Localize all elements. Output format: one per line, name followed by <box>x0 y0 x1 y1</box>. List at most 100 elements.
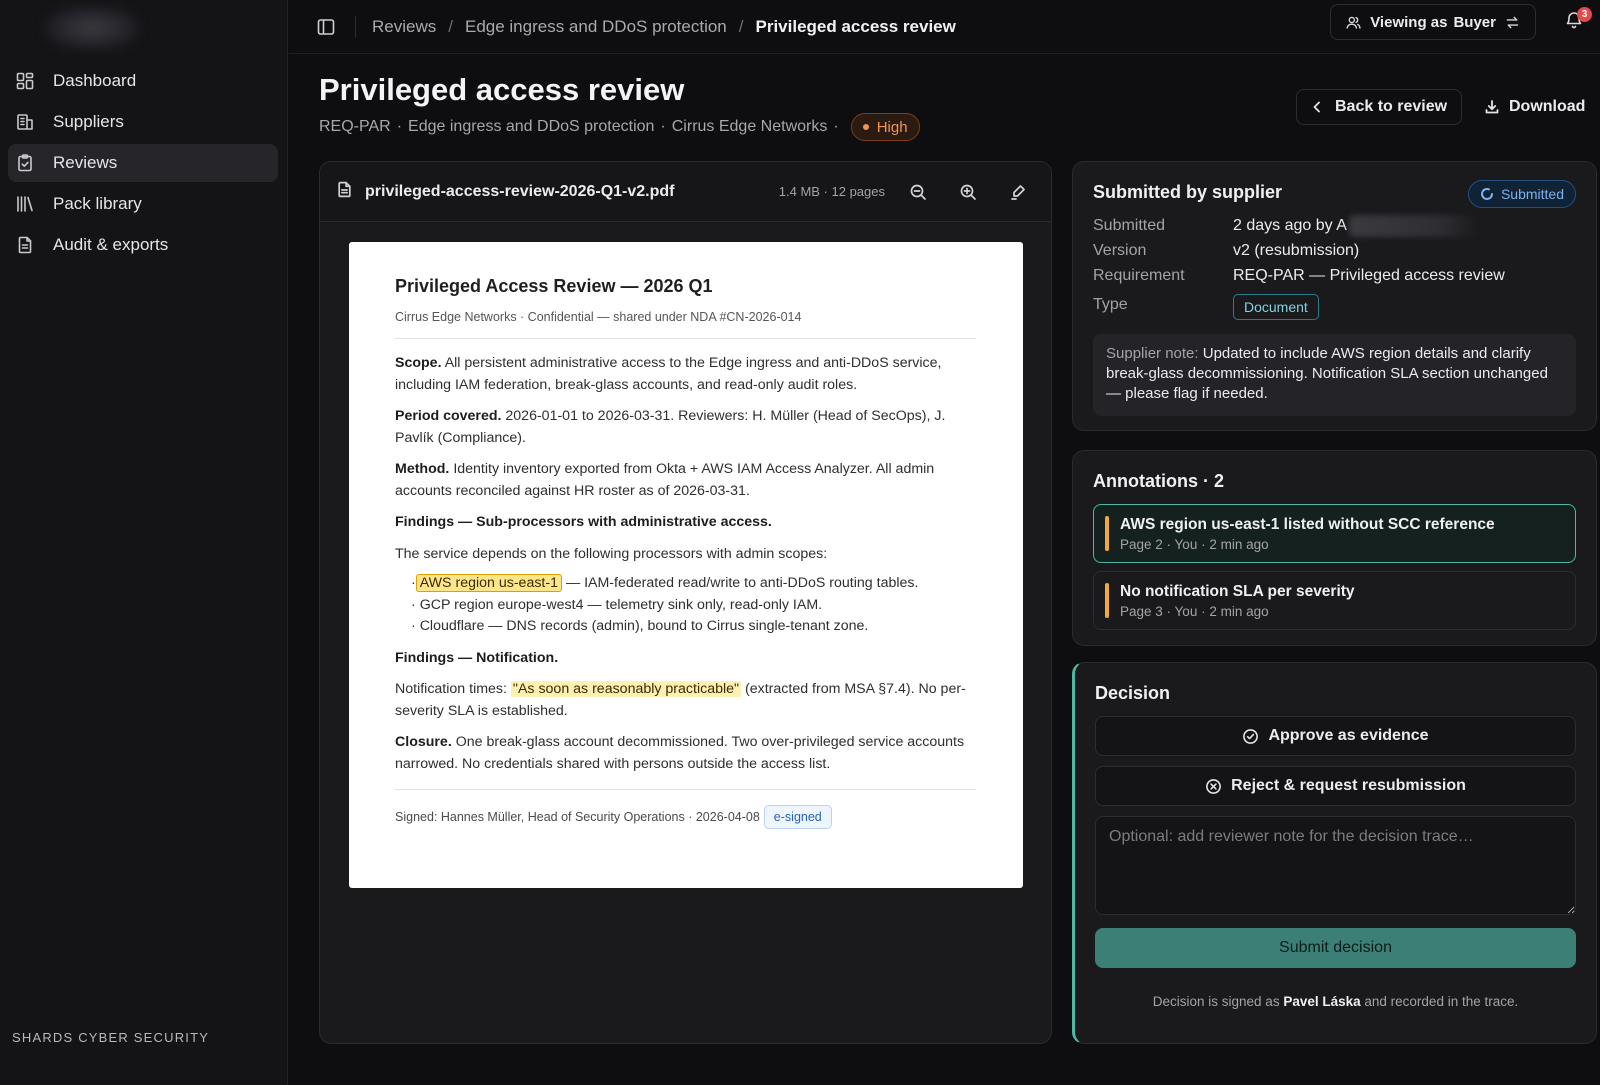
x-circle-icon <box>1206 778 1222 794</box>
footnote-suffix: and recorded in the trace. <box>1360 994 1519 1009</box>
annotation-highlight-notification[interactable]: "As soon as reasonably practicable" <box>510 681 742 697</box>
status-badge: Submitted <box>1467 180 1576 208</box>
annotation-title: No notification SLA per severity <box>1120 583 1355 600</box>
redacted-name <box>1348 214 1479 237</box>
decision-footnote: Decision is signed as Pavel Láska and re… <box>1095 994 1576 1009</box>
sidebar-item-pack-library[interactable]: Pack library <box>8 185 278 223</box>
reviewer-note-input[interactable] <box>1095 816 1576 915</box>
zoom-in-button[interactable] <box>951 175 985 209</box>
meta-separator: · <box>833 118 839 135</box>
version-value: v2 (resubmission) <box>1233 241 1360 259</box>
sidebar-item-label: Reviews <box>53 153 118 172</box>
zoom-out-icon <box>910 184 926 200</box>
decision-card: Decision Approve as evidence Reject & re… <box>1072 662 1597 1044</box>
notification-count-badge: 3 <box>1577 7 1592 22</box>
file-name: privileged-access-review-2026-Q1-v2.pdf <box>365 182 675 200</box>
download-button[interactable]: Download <box>1484 89 1585 125</box>
annotation-item[interactable]: AWS region us-east-1 listed without SCC … <box>1093 504 1576 563</box>
supplier-note-label: Supplier note: <box>1106 345 1199 362</box>
severity-dot-icon <box>862 124 869 130</box>
file-export-icon <box>14 234 36 256</box>
submitted-row: Submitted 2 days ago by A <box>1093 214 1576 237</box>
file-icon <box>336 181 353 203</box>
doc-closure-text: One break-glass account decommissioned. … <box>395 734 965 772</box>
approve-label: Approve as evidence <box>1268 727 1429 744</box>
doc-processor-list: · AWS region us-east-1 — IAM-federated re… <box>395 573 976 638</box>
submitted-key: Submitted <box>1093 216 1166 234</box>
download-icon <box>1485 100 1499 114</box>
supplier-name: Cirrus Edge Networks <box>671 118 828 135</box>
sidebar-item-reviews[interactable]: Reviews <box>8 144 278 182</box>
breadcrumb-reviews[interactable]: Reviews <box>372 17 436 37</box>
logo <box>44 6 140 50</box>
list-item: · GCP region europe-west4 — telemetry si… <box>411 595 976 617</box>
version-row: Version v2 (resubmission) <box>1093 240 1576 261</box>
type-key: Type <box>1093 296 1128 313</box>
requirement-row: Requirement REQ-PAR — Privileged access … <box>1093 265 1576 286</box>
back-to-review-button[interactable]: Back to review <box>1296 89 1463 125</box>
breadcrumb-service[interactable]: Edge ingress and DDoS protection <box>465 17 727 37</box>
grid-icon <box>14 70 36 92</box>
sidebar-nav: Dashboard Suppliers Reviews Pack library… <box>0 62 288 267</box>
sidebar-toggle-button[interactable] <box>315 16 337 38</box>
doc-scope: Scope. All persistent administrative acc… <box>395 353 976 396</box>
annotation-item[interactable]: No notification SLA per severity Page 3 … <box>1093 571 1576 630</box>
signature-text: Signed: Hannes Müller, Head of Security … <box>395 810 760 824</box>
reject-button[interactable]: Reject & request resubmission <box>1095 766 1576 806</box>
sidebar-item-dashboard[interactable]: Dashboard <box>8 62 278 100</box>
users-icon <box>1346 16 1361 29</box>
document-page: Privileged Access Review — 2026 Q1 Cirru… <box>349 242 1023 888</box>
annotation-meta: Page 2 · You · 2 min ago <box>1120 537 1269 552</box>
zoom-in-icon <box>960 184 976 200</box>
divider <box>355 15 356 38</box>
request-meta: REQ-PAR · Edge ingress and DDoS protecti… <box>319 113 920 141</box>
annotate-button[interactable] <box>1001 175 1035 209</box>
meta-separator: · <box>660 118 666 135</box>
sidebar-item-suppliers[interactable]: Suppliers <box>8 103 278 141</box>
submitted-value-text: 2 days ago by A <box>1233 216 1347 234</box>
sidebar-item-label: Audit & exports <box>53 235 169 254</box>
annotations-card: Annotations · 2 AWS region us-east-1 lis… <box>1072 450 1597 646</box>
breadcrumb-separator: / <box>448 16 453 36</box>
list-item-text: — IAM-federated read/write to anti-DDoS … <box>562 575 919 591</box>
check-circle-icon <box>1243 728 1259 744</box>
submit-decision-button[interactable]: Submit decision <box>1095 928 1576 968</box>
viewing-as-role: Buyer <box>1453 13 1496 31</box>
doc-method-text: Identity inventory exported from Okta + … <box>395 461 935 499</box>
breadcrumb-current: Privileged access review <box>755 16 956 36</box>
signer-name: Pavel Láska <box>1283 994 1361 1009</box>
brand-footer: SHARDS CYBER SECURITY <box>12 1030 210 1045</box>
switch-arrows-icon <box>1506 16 1519 28</box>
bullet: · <box>411 596 416 613</box>
viewing-as-switcher[interactable]: Viewing as Buyer <box>1330 4 1536 40</box>
topbar: Reviews / Edge ingress and DDoS protecti… <box>289 0 1600 54</box>
doc-findings-sub-label: Findings — Sub-processors with administr… <box>395 514 772 530</box>
requirement-key: Requirement <box>1093 266 1185 284</box>
doc-scope-label: Scope. <box>395 355 442 371</box>
status-label: Submitted <box>1500 186 1564 202</box>
footnote-prefix: Decision is signed as <box>1152 994 1284 1009</box>
highlighter-icon <box>1011 184 1025 200</box>
back-to-review-label: Back to review <box>1335 98 1448 115</box>
version-key: Version <box>1093 241 1147 259</box>
sidebar-item-audit-exports[interactable]: Audit & exports <box>8 226 278 264</box>
zoom-out-button[interactable] <box>901 175 935 209</box>
doc-findings-notif-label: Findings — Notification. <box>395 649 559 666</box>
viewing-as-label: Viewing as <box>1370 13 1448 31</box>
annotation-meta: Page 3 · You · 2 min ago <box>1120 604 1269 619</box>
clipboard-check-icon <box>14 152 36 174</box>
document-signature: Signed: Hannes Müller, Head of Security … <box>395 789 976 829</box>
bullet: · <box>411 618 416 634</box>
sidebar-item-label: Pack library <box>53 194 142 213</box>
type-row: Type Document <box>1093 290 1576 320</box>
panel-left-icon <box>317 18 335 35</box>
meta-separator: · <box>396 118 403 135</box>
notifications-button[interactable]: 3 <box>1564 7 1592 34</box>
document-title: Privileged Access Review — 2026 Q1 <box>395 276 713 296</box>
doc-closure-label: Closure. <box>395 734 452 750</box>
approve-button[interactable]: Approve as evidence <box>1095 716 1576 756</box>
reject-label: Reject & request resubmission <box>1231 777 1466 794</box>
annotation-highlight-aws[interactable]: AWS region us-east-1 <box>415 574 562 592</box>
chevron-left-icon <box>1313 101 1320 113</box>
supplier-note: Supplier note: Updated to include AWS re… <box>1093 334 1576 416</box>
